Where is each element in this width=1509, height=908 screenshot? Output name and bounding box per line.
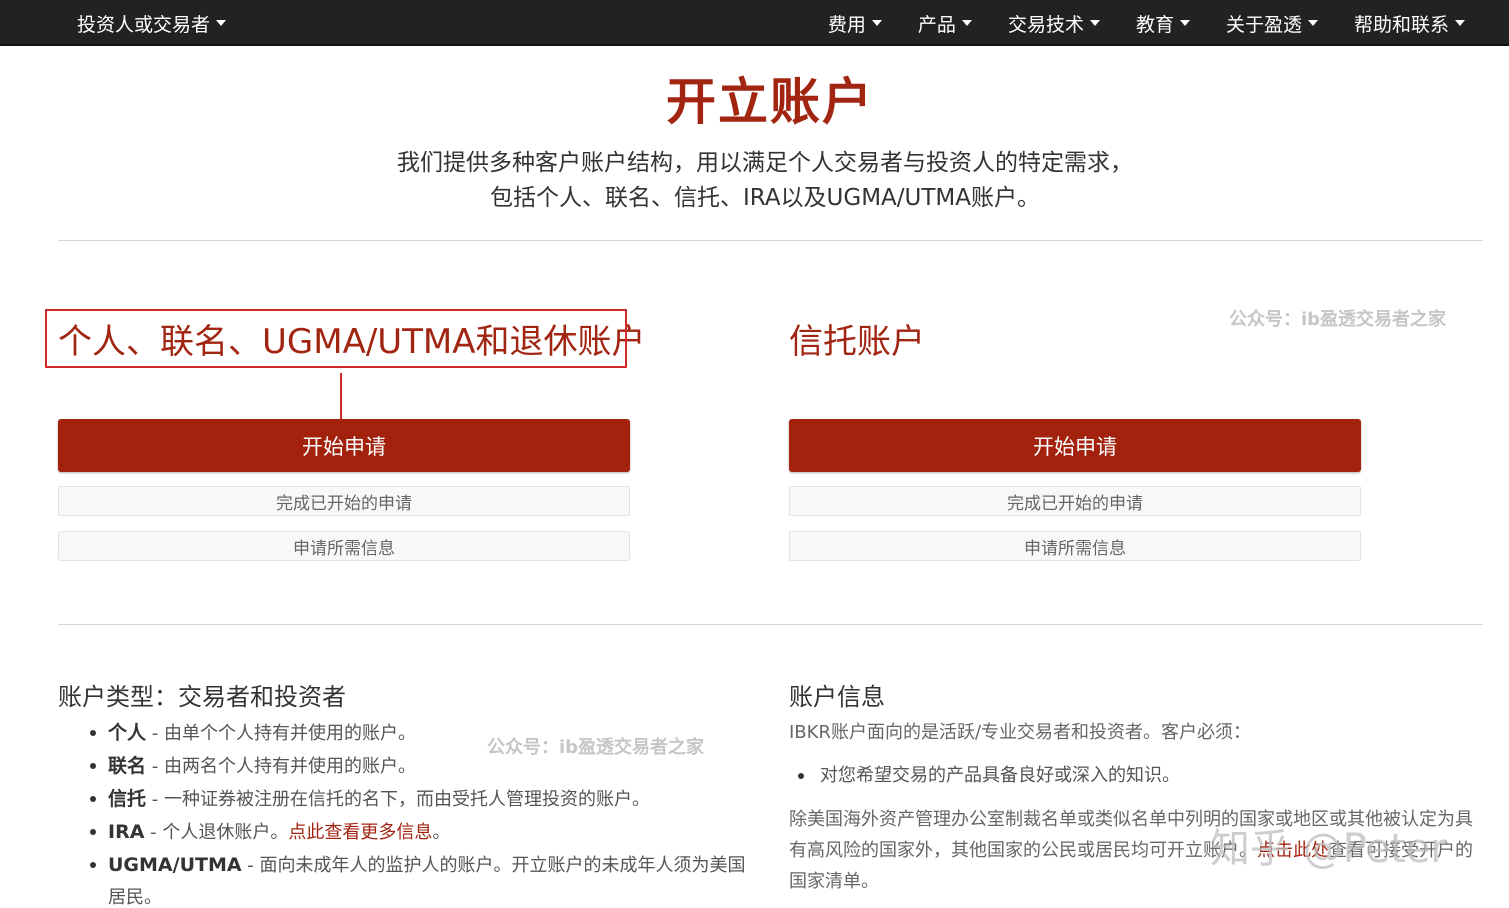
account-info-title: 账户信息 xyxy=(789,683,885,711)
trust-accounts-title: 信托账户 xyxy=(789,322,925,362)
nav-audience-label: 投资人或交易者 xyxy=(77,13,211,36)
nav-item-label: 产品 xyxy=(917,13,956,36)
individual-resume-application-button[interactable]: 完成已开始的申请 xyxy=(58,486,630,516)
nav-item-label: 交易技术 xyxy=(1007,13,1084,36)
list-item: 联名 - 由两名个人持有并使用的账户。 xyxy=(90,750,758,783)
intro-line: 包括个人、联名、信托、IRA以及UGMA/UTMA账户。 xyxy=(489,185,1040,211)
nav-item-technology[interactable]: 交易技术 xyxy=(1008,10,1100,37)
nav-item-label: 费用 xyxy=(827,13,866,36)
divider xyxy=(58,240,1483,241)
annotation-arrow xyxy=(340,373,342,423)
account-types-title: 账户类型：交易者和投资者 xyxy=(58,683,346,711)
page-title: 开立账户 xyxy=(666,73,874,131)
trust-start-application-button[interactable]: 开始申请 xyxy=(789,419,1361,472)
list-item: IRA - 个人退休账户。点此查看更多信息。 xyxy=(90,816,758,849)
individual-start-application-button[interactable]: 开始申请 xyxy=(58,419,630,472)
nav-main-menu: 费用 产品 交易技术 教育 关于盈透 帮助和联系 xyxy=(792,0,1465,46)
nav-item-products[interactable]: 产品 xyxy=(918,10,972,37)
caret-down-icon xyxy=(216,20,227,26)
nav-item-label: 帮助和联系 xyxy=(1353,13,1449,36)
caret-down-icon xyxy=(961,20,972,26)
account-types-list: 个人 - 由单个个人持有并使用的账户。 联名 - 由两名个人持有并使用的账户。 … xyxy=(90,717,758,908)
caret-down-icon xyxy=(1455,20,1465,26)
list-item: 信托 - 一种证券被注册在信托的名下，而由受托人管理投资的账户。 xyxy=(90,783,758,816)
annotation-highlight-box xyxy=(45,309,627,368)
page-intro: 我们提供多种客户账户结构，用以满足个人交易者与投资人的特定需求， 包括个人、联名… xyxy=(0,146,1509,216)
divider xyxy=(58,624,1483,625)
list-item: UGMA/UTMA - 面向未成年人的监护人的账户。开立账户的未成年人须为美国居… xyxy=(90,849,758,908)
nav-item-fees[interactable]: 费用 xyxy=(828,10,882,37)
account-info-intro: IBKR账户面向的是活跃/专业交易者和投资者。客户必须： xyxy=(789,722,1252,743)
zhihu-watermark: 知乎 @Peter xyxy=(1210,826,1447,872)
caret-down-icon xyxy=(1307,20,1318,26)
nav-item-help[interactable]: 帮助和联系 xyxy=(1354,10,1465,37)
ira-more-info-link[interactable]: 点此查看更多信息 xyxy=(288,822,432,843)
nav-item-education[interactable]: 教育 xyxy=(1136,10,1190,37)
intro-line: 我们提供多种客户账户结构，用以满足个人交易者与投资人的特定需求， xyxy=(397,150,1133,176)
account-info-requirement: 对您希望交易的产品具备良好或深入的知识。 xyxy=(798,761,1180,791)
trust-required-info-button[interactable]: 申请所需信息 xyxy=(789,531,1361,561)
trust-resume-application-button[interactable]: 完成已开始的申请 xyxy=(789,486,1361,516)
nav-item-label: 关于盈透 xyxy=(1225,13,1302,36)
nav-item-label: 教育 xyxy=(1135,13,1174,36)
caret-down-icon xyxy=(1179,20,1190,26)
nav-audience-menu[interactable]: 投资人或交易者 xyxy=(77,0,227,46)
top-navbar: 投资人或交易者 费用 产品 交易技术 教育 关于盈透 帮助和联系 xyxy=(0,0,1509,46)
caret-down-icon xyxy=(871,20,882,26)
caret-down-icon xyxy=(1089,20,1100,26)
wechat-watermark: 公众号：ib盈透交易者之家 xyxy=(1229,309,1447,330)
nav-item-about[interactable]: 关于盈透 xyxy=(1226,10,1318,37)
individual-required-info-button[interactable]: 申请所需信息 xyxy=(58,531,630,561)
list-item: 个人 - 由单个个人持有并使用的账户。 xyxy=(90,717,758,750)
